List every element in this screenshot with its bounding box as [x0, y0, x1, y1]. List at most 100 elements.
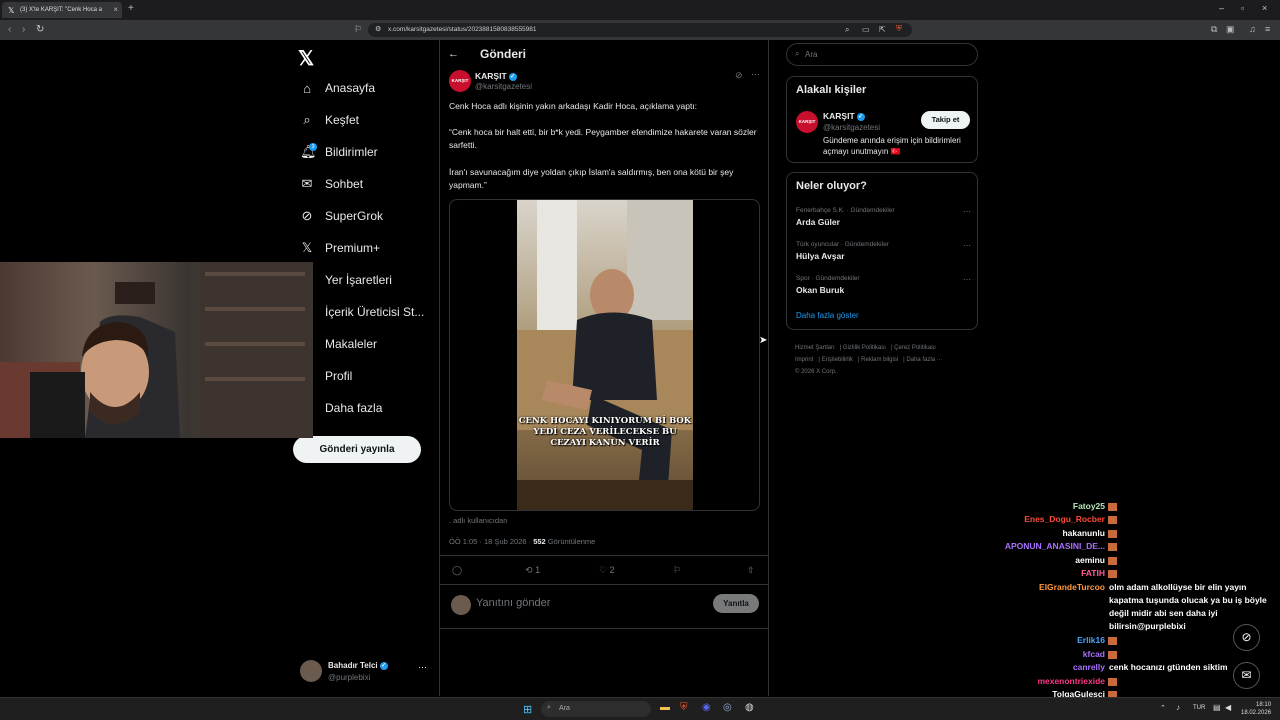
- nav-home[interactable]: ⌂ Anasayfa: [300, 76, 375, 100]
- reply-button[interactable]: Yanıtla: [713, 594, 759, 613]
- back-arrow-icon[interactable]: ←: [448, 48, 459, 60]
- footer-link[interactable]: Gizlilik Politikası: [843, 345, 886, 351]
- forward-icon[interactable]: ›: [22, 24, 25, 35]
- steam-icon[interactable]: ◎: [723, 702, 732, 713]
- post-video[interactable]: CENK HOCAYI KINIYORUM Bİ BOK YEDİ CEZA V…: [449, 199, 760, 511]
- chat-username[interactable]: mexenontriexide: [990, 675, 1105, 688]
- cast-icon[interactable]: ▭: [862, 25, 870, 34]
- file-explorer-icon[interactable]: ▬: [660, 702, 670, 713]
- related-handle[interactable]: @karsitgazetesi: [823, 123, 880, 132]
- chat-username[interactable]: kfcad: [990, 648, 1105, 661]
- brave-browser-icon[interactable]: ⛨: [680, 702, 688, 713]
- author-avatar[interactable]: KARŞIT: [449, 70, 471, 92]
- grok-icon[interactable]: ⊘: [735, 70, 743, 81]
- microphone-icon[interactable]: ♪: [1176, 703, 1180, 712]
- menu-icon[interactable]: ≡: [1265, 24, 1270, 34]
- chat-username[interactable]: Erlik16: [990, 634, 1105, 647]
- related-title: Alakalı kişiler: [796, 84, 867, 96]
- footer-link[interactable]: Imprint: [795, 357, 813, 363]
- zoom-icon[interactable]: ⌕: [845, 25, 849, 35]
- footer-link[interactable]: Erişilebilirlik: [822, 357, 853, 363]
- follow-button[interactable]: Takip et: [921, 111, 970, 129]
- url-field[interactable]: ⚙ x.com/karsitgazetesi/status/2023881580…: [368, 23, 912, 37]
- like-button[interactable]: ♡ 2: [599, 565, 615, 576]
- maximize-icon[interactable]: ▫: [1241, 3, 1244, 13]
- trend-item[interactable]: Türk oyuncular · Gündemdekiler Hülya Avş…: [796, 241, 971, 261]
- chat-username[interactable]: canrelly: [990, 661, 1105, 674]
- obs-icon[interactable]: ◍: [745, 702, 754, 713]
- trend-item[interactable]: Fenerbahçe S.K. · Gündemdekiler Arda Gül…: [796, 207, 971, 227]
- avatar: [451, 595, 471, 615]
- media-icon[interactable]: ♫: [1249, 24, 1256, 34]
- footer-link[interactable]: Hizmet Şartları: [795, 345, 835, 351]
- browser-tab[interactable]: 𝕏 (3) X'te KARŞIT: "Cenk Hoca a ×: [2, 2, 122, 18]
- network-icon[interactable]: ▤: [1213, 703, 1221, 712]
- clock[interactable]: 18:10 18.02.2026: [1241, 701, 1271, 717]
- chat-username[interactable]: FATIH: [990, 567, 1105, 580]
- bookmark-icon[interactable]: ⚐: [673, 565, 681, 576]
- taskbar-search[interactable]: ⌕ Ara: [541, 701, 651, 717]
- tray-chevron-icon[interactable]: ⌃: [1160, 704, 1166, 712]
- brave-shield-icon[interactable]: ⛨: [896, 24, 902, 34]
- chat-username[interactable]: Fatoy25: [990, 500, 1105, 513]
- x-logo-icon[interactable]: 𝕏: [298, 46, 314, 71]
- address-bar: ‹ › ↻ ⚐ ⚙ x.com/karsitgazetesi/status/20…: [0, 20, 1280, 40]
- related-bio: Gündeme anında erişim için bildirimleri …: [823, 136, 961, 156]
- window-close-icon[interactable]: ×: [1262, 3, 1267, 13]
- account-more-icon[interactable]: ⋯: [418, 662, 427, 673]
- nav-creator-studio[interactable]: ▤İçerik Üreticisi St...: [300, 300, 425, 324]
- footer-link[interactable]: Daha fazla ···: [906, 357, 942, 363]
- share-icon[interactable]: ⇧: [747, 565, 755, 576]
- chat-username[interactable]: aeminu: [990, 554, 1105, 567]
- share-icon[interactable]: ⇱: [879, 25, 886, 34]
- reply-input[interactable]: Yanıtını gönder: [476, 597, 550, 609]
- footer-link[interactable]: Reklam bilgisi: [861, 357, 898, 363]
- extensions-icon[interactable]: ⧉: [1211, 24, 1217, 35]
- bookmark-page-icon[interactable]: ⚐: [354, 24, 362, 35]
- video-frame[interactable]: CENK HOCAYI KINIYORUM Bİ BOK YEDİ CEZA V…: [517, 200, 693, 510]
- chat-username[interactable]: ElGrandeTurcoo: [990, 581, 1105, 594]
- nav-explore[interactable]: ⌕ Keşfet: [300, 108, 359, 132]
- minimize-icon[interactable]: –: [1219, 3, 1224, 13]
- nav-supergrok[interactable]: ⊘ SuperGrok: [300, 204, 383, 228]
- chat-username[interactable]: APONUN_ANASINI_DE...: [990, 540, 1105, 553]
- windows-start-icon[interactable]: ⊞: [523, 703, 532, 716]
- retweet-button[interactable]: ⟲ 1: [525, 565, 540, 576]
- search-input[interactable]: ⌕ Ara: [786, 43, 978, 66]
- trend-more-icon[interactable]: ⋯: [963, 275, 971, 284]
- nav-premium[interactable]: 𝕏 Premium+: [300, 236, 380, 260]
- author-handle[interactable]: @karsitgazetesi: [475, 82, 532, 91]
- trend-context: Spor · Gündemdekiler: [796, 275, 860, 282]
- nav-label: Bildirimler: [325, 145, 378, 159]
- discord-icon[interactable]: ◉: [702, 702, 711, 713]
- nav-bookmarks[interactable]: ⚐Yer İşaretleri: [300, 268, 392, 292]
- close-tab-icon[interactable]: ×: [113, 5, 118, 14]
- footer-link[interactable]: Çerez Politikası: [894, 345, 936, 351]
- chat-message: hakanunlu: [990, 527, 1120, 540]
- show-more-link[interactable]: Daha fazla göster: [796, 311, 859, 320]
- site-info-icon[interactable]: ⚙: [375, 25, 381, 33]
- reload-icon[interactable]: ↻: [36, 24, 44, 35]
- avatar[interactable]: KARŞIT: [796, 111, 818, 133]
- from-user-label[interactable]: . adlı kullanıcıdan: [449, 516, 507, 525]
- account-switcher[interactable]: Bahadır Telci ✓ @purplebixi ⋯: [300, 658, 435, 688]
- related-name-row[interactable]: KARŞIT ✓: [823, 111, 865, 121]
- wallet-icon[interactable]: ▣: [1226, 24, 1235, 35]
- author-name-row[interactable]: KARŞIT ✓: [475, 71, 517, 81]
- language-indicator[interactable]: TUR: [1193, 705, 1205, 711]
- post-button[interactable]: Gönderi yayınla: [293, 436, 421, 463]
- nav-chat[interactable]: ✉ Sohbet: [300, 172, 364, 196]
- chat-username[interactable]: hakanunlu: [990, 527, 1105, 540]
- volume-icon[interactable]: ◀: [1225, 703, 1231, 712]
- new-tab-icon[interactable]: +: [128, 3, 134, 14]
- post-more-icon[interactable]: ⋯: [751, 69, 760, 80]
- chat-username[interactable]: Enes_Dogu_Rocber: [990, 513, 1105, 526]
- post-timestamp[interactable]: ÖÖ 1:05 · 18 Şub 2026 ·: [449, 537, 533, 546]
- reply-icon[interactable]: ◯: [452, 565, 462, 576]
- trend-more-icon[interactable]: ⋯: [963, 241, 971, 250]
- trend-item[interactable]: Spor · Gündemdekiler Okan Buruk ⋯: [796, 275, 971, 295]
- trend-more-icon[interactable]: ⋯: [963, 207, 971, 216]
- back-icon[interactable]: ‹: [8, 24, 11, 35]
- grok-float-icon[interactable]: ⊘: [1233, 624, 1260, 651]
- messages-float-icon[interactable]: ✉: [1233, 662, 1260, 689]
